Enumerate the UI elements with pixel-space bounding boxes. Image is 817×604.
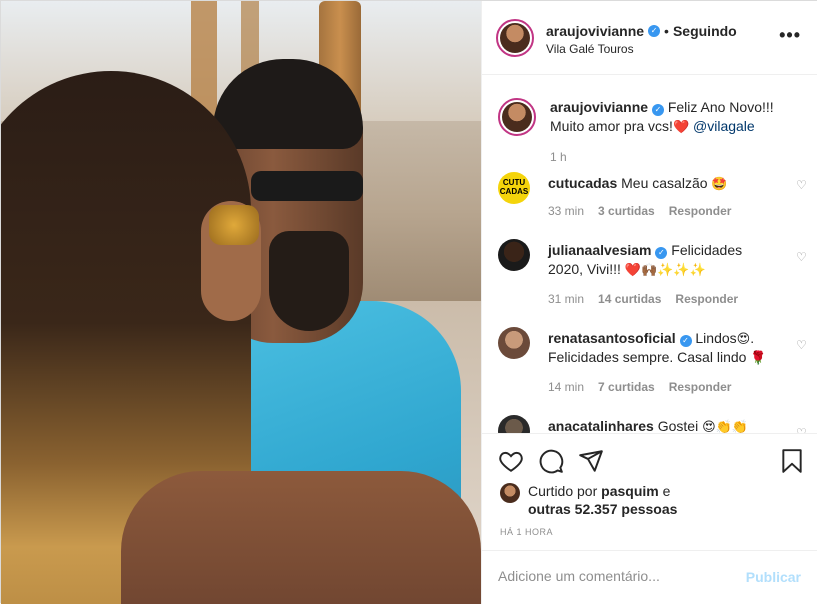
liked-by-prefix: Curtido por bbox=[528, 483, 598, 499]
comment-body: Meu casalzão bbox=[621, 175, 708, 191]
following-button[interactable]: Seguindo bbox=[673, 23, 737, 39]
commenter-avatar[interactable] bbox=[498, 327, 530, 359]
emoji-sequence: 😍👏👏 bbox=[702, 419, 749, 433]
commenter-avatar[interactable] bbox=[498, 239, 530, 271]
comment-text: renatasantosoficial ✓ Lindos😍. Felicidad… bbox=[548, 329, 778, 367]
comment-text: julianaalvesiam ✓ Felicidades 2020, Vivi… bbox=[548, 241, 778, 279]
author-username[interactable]: araujovivianne bbox=[546, 23, 644, 39]
comment-meta: 14 min 7 curtidas Responder bbox=[548, 380, 731, 394]
reply-button[interactable]: Responder bbox=[669, 204, 732, 218]
comment-input[interactable] bbox=[498, 568, 728, 584]
reply-button[interactable]: Responder bbox=[675, 292, 738, 306]
post-photo[interactable] bbox=[1, 1, 481, 604]
verified-badge-icon: ✓ bbox=[679, 335, 692, 347]
comment-likes[interactable]: 7 curtidas bbox=[598, 380, 655, 394]
rose-emoji: 🌹 bbox=[750, 350, 767, 365]
reply-button[interactable]: Responder bbox=[669, 380, 732, 394]
like-comment-heart-icon[interactable]: ♡ bbox=[796, 339, 808, 351]
post-side-panel: araujovivianne ✓ • Seguindo Vila Galé To… bbox=[481, 1, 817, 604]
photo-man-sunglasses bbox=[251, 171, 363, 201]
post-header: araujovivianne ✓ • Seguindo Vila Galé To… bbox=[482, 1, 817, 75]
comment-meta: 33 min 3 curtidas Responder bbox=[548, 204, 731, 218]
comment-username[interactable]: cutucadas bbox=[548, 175, 617, 191]
commenter-avatar[interactable]: CUTU CADAS bbox=[498, 172, 530, 204]
comments-list[interactable]: araujovivianne ✓ Feliz Ano Novo!!! Muito… bbox=[482, 76, 817, 433]
emoji-sequence: ❤️🙌🏾✨✨✨ bbox=[624, 262, 706, 277]
publish-button[interactable]: Publicar bbox=[746, 569, 801, 585]
liker-avatar[interactable] bbox=[500, 483, 520, 503]
caption-time[interactable]: 1 h bbox=[550, 150, 567, 164]
save-bookmark-icon[interactable] bbox=[779, 448, 805, 474]
comment-time[interactable]: 33 min bbox=[548, 204, 584, 218]
caption-meta: 1 h bbox=[550, 150, 567, 164]
comment-bubble-icon[interactable] bbox=[538, 448, 564, 474]
heart-eyes-emoji: 😍 bbox=[736, 331, 751, 346]
caption-mention[interactable]: @vilagale bbox=[693, 118, 755, 134]
comment-likes[interactable]: 14 curtidas bbox=[598, 292, 661, 306]
header-line: araujovivianne ✓ • Seguindo bbox=[546, 23, 737, 39]
caption-username[interactable]: araujovivianne bbox=[550, 99, 648, 115]
liked-by-suffix: e bbox=[662, 483, 671, 499]
comment-username[interactable]: renatasantosoficial bbox=[548, 330, 676, 346]
post-location[interactable]: Vila Galé Touros bbox=[546, 42, 634, 56]
comment-likes[interactable]: 3 curtidas bbox=[598, 204, 655, 218]
verified-badge-icon: ✓ bbox=[648, 25, 661, 37]
liked-by-text: Curtido por pasquim e outras 52.357 pess… bbox=[528, 482, 677, 518]
caption-avatar[interactable] bbox=[498, 98, 536, 136]
liked-by: Curtido por pasquim e outras 52.357 pess… bbox=[500, 482, 677, 518]
photo-man-beard bbox=[269, 231, 349, 331]
author-avatar[interactable] bbox=[496, 19, 534, 57]
comment-username[interactable]: julianaalvesiam bbox=[548, 242, 652, 258]
red-heart-emoji: ❤️ bbox=[672, 119, 690, 134]
like-comment-heart-icon[interactable]: ♡ bbox=[796, 251, 808, 263]
share-direct-icon[interactable] bbox=[578, 448, 604, 474]
comment-text: cutucadas Meu casalzão 🤩 bbox=[548, 174, 778, 193]
post-actions: Curtido por pasquim e outras 52.357 pess… bbox=[482, 433, 817, 550]
verified-badge-icon: ✓ bbox=[651, 104, 664, 116]
separator-dot: • bbox=[664, 23, 669, 39]
comment-meta: 31 min 14 curtidas Responder bbox=[548, 292, 738, 306]
caption-text: araujovivianne ✓ Feliz Ano Novo!!! Muito… bbox=[550, 98, 780, 136]
comment-username[interactable]: anacatalinhares bbox=[548, 418, 654, 433]
more-options-icon[interactable]: ••• bbox=[779, 26, 801, 44]
verified-badge-icon: ✓ bbox=[655, 247, 668, 259]
comment-time[interactable]: 14 min bbox=[548, 380, 584, 394]
likes-count[interactable]: outras 52.357 pessoas bbox=[528, 501, 677, 517]
comment-body: Lindos bbox=[695, 330, 737, 346]
comment-body: Gostei bbox=[657, 418, 699, 433]
photo-arm bbox=[121, 471, 481, 604]
post-modal: araujovivianne ✓ • Seguindo Vila Galé To… bbox=[0, 0, 817, 604]
comment-text: anacatalinhares Gostei 😍👏👏 bbox=[548, 417, 778, 433]
photo-woman-sunglasses bbox=[209, 205, 259, 245]
star-struck-emoji: 🤩 bbox=[711, 176, 728, 191]
post-timestamp[interactable]: HÁ 1 HORA bbox=[500, 527, 553, 537]
comment-time[interactable]: 31 min bbox=[548, 292, 584, 306]
commenter-avatar[interactable] bbox=[498, 415, 530, 433]
like-heart-icon[interactable] bbox=[498, 448, 524, 474]
liked-by-user[interactable]: pasquim bbox=[601, 483, 659, 499]
like-comment-heart-icon[interactable]: ♡ bbox=[796, 179, 808, 191]
add-comment-bar: Publicar bbox=[482, 550, 817, 604]
